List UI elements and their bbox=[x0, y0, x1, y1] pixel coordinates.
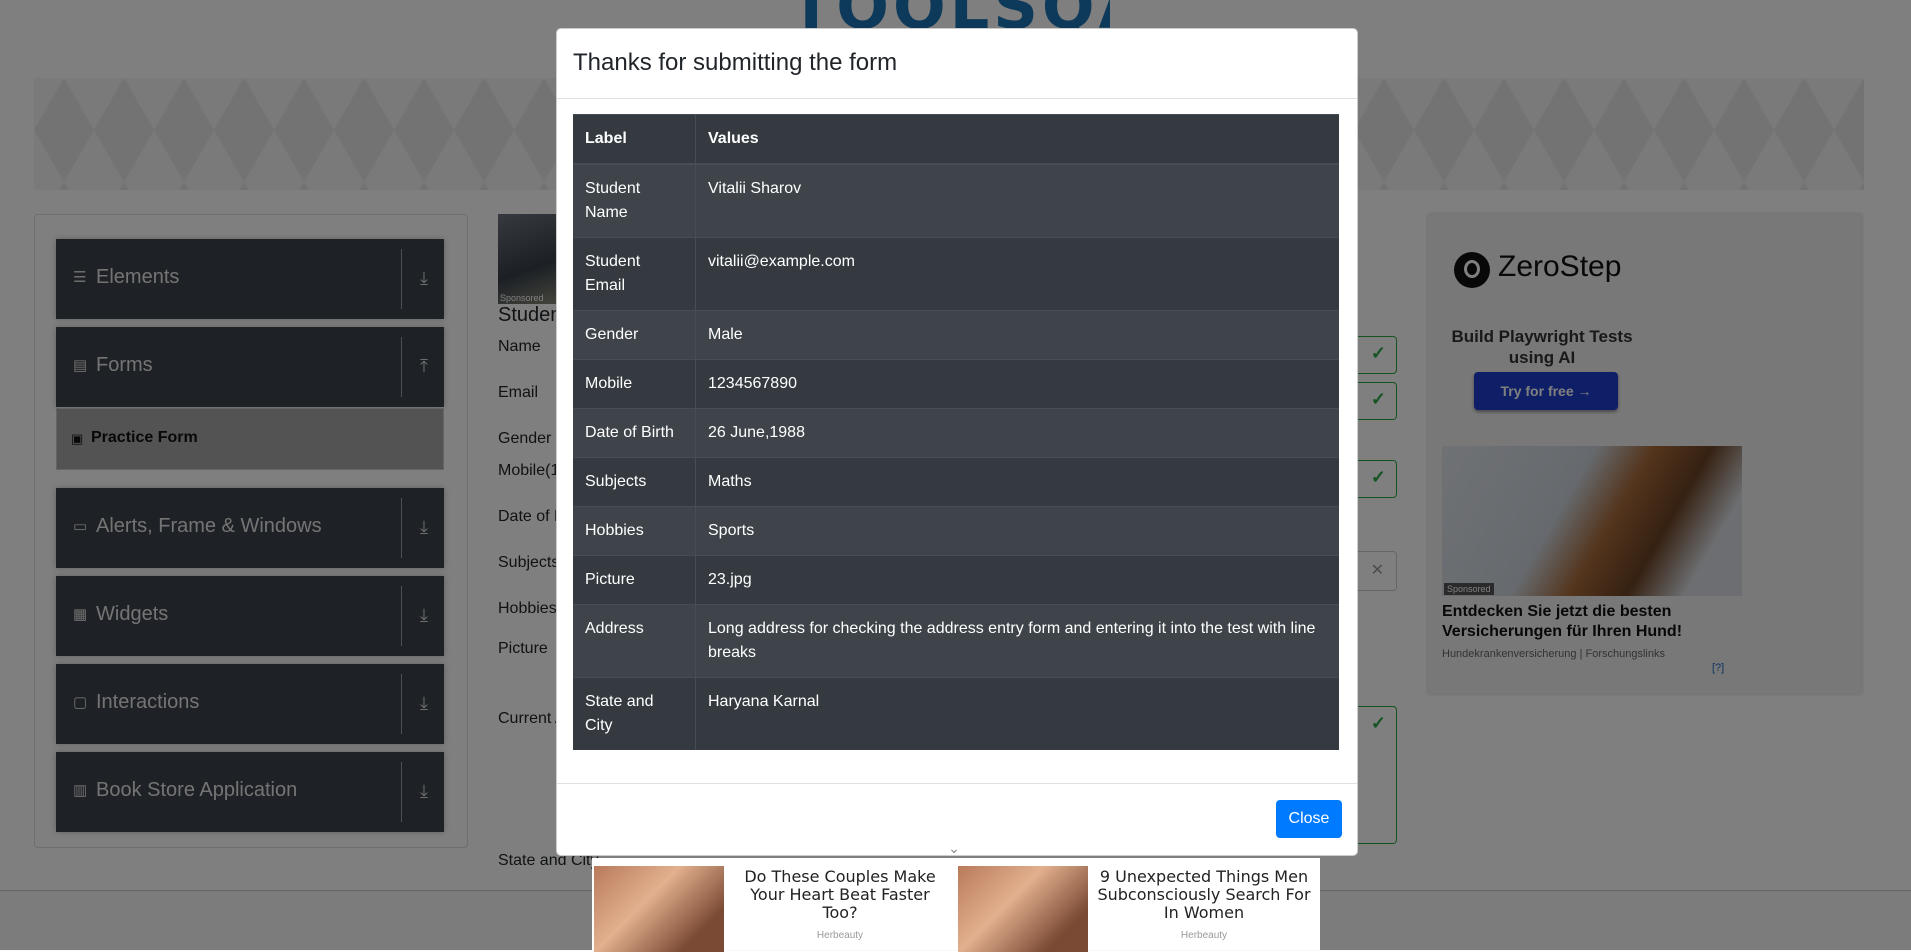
row-value: 26 June,1988 bbox=[695, 408, 1339, 458]
submission-modal: Thanks for submitting the form Label Val… bbox=[556, 28, 1358, 856]
row-value: 23.jpg bbox=[695, 555, 1339, 605]
row-label: Student Name bbox=[573, 163, 696, 238]
modal-header: Thanks for submitting the form bbox=[557, 29, 1357, 99]
row-label: Gender bbox=[573, 310, 696, 360]
row-value: Sports bbox=[695, 506, 1339, 556]
results-table: Label Values Student Name Vitalii Sharov… bbox=[573, 114, 1339, 750]
row-label: Hobbies bbox=[573, 506, 696, 556]
ad-title[interactable]: Do These Couples Make Your Heart Beat Fa… bbox=[732, 868, 948, 922]
table-row: Mobile 1234567890 bbox=[573, 359, 1339, 409]
table-row: Student Name Vitalii Sharov bbox=[573, 163, 1339, 238]
row-value: Maths bbox=[695, 457, 1339, 507]
table-row: Subjects Maths bbox=[573, 457, 1339, 507]
row-value: Vitalii Sharov bbox=[695, 163, 1339, 238]
bottom-ad-1[interactable]: Do These Couples Make Your Heart Beat Fa… bbox=[592, 862, 956, 952]
modal-title: Thanks for submitting the form bbox=[573, 49, 898, 76]
row-label: State and City bbox=[573, 677, 696, 750]
row-label: Subjects bbox=[573, 457, 696, 507]
table-header-row: Label Values bbox=[573, 114, 1339, 165]
bottom-ad-strip: Do These Couples Make Your Heart Beat Fa… bbox=[592, 858, 1320, 952]
ad-source: Herbeauty bbox=[1180, 930, 1228, 941]
table-row: Student Email vitalii@example.com bbox=[573, 237, 1339, 311]
ad-image[interactable] bbox=[958, 866, 1088, 952]
row-value: 1234567890 bbox=[695, 359, 1339, 409]
ad-source: Herbeauty bbox=[816, 930, 864, 941]
row-label: Student Email bbox=[573, 237, 696, 311]
column-header-label: Label bbox=[573, 114, 696, 165]
ad-title[interactable]: 9 Unexpected Things Men Subconsciously S… bbox=[1096, 868, 1312, 922]
table-row: Gender Male bbox=[573, 310, 1339, 360]
chevron-down-icon[interactable]: ⌄ bbox=[946, 840, 962, 856]
row-value: Long address for checking the address en… bbox=[695, 604, 1339, 678]
table-row: State and City Haryana Karnal bbox=[573, 677, 1339, 750]
row-label: Date of Birth bbox=[573, 408, 696, 458]
table-row: Hobbies Sports bbox=[573, 506, 1339, 556]
row-value: vitalii@example.com bbox=[695, 237, 1339, 311]
row-label: Address bbox=[573, 604, 696, 678]
row-value: Male bbox=[695, 310, 1339, 360]
ad-image[interactable] bbox=[594, 866, 724, 952]
bottom-ad-2[interactable]: 9 Unexpected Things Men Subconsciously S… bbox=[956, 862, 1320, 952]
row-value: Haryana Karnal bbox=[695, 677, 1339, 750]
table-row: Date of Birth 26 June,1988 bbox=[573, 408, 1339, 458]
close-button[interactable]: Close bbox=[1276, 800, 1342, 838]
column-header-values: Values bbox=[695, 114, 1339, 165]
row-label: Mobile bbox=[573, 359, 696, 409]
row-label: Picture bbox=[573, 555, 696, 605]
table-row: Address Long address for checking the ad… bbox=[573, 604, 1339, 678]
table-row: Picture 23.jpg bbox=[573, 555, 1339, 605]
